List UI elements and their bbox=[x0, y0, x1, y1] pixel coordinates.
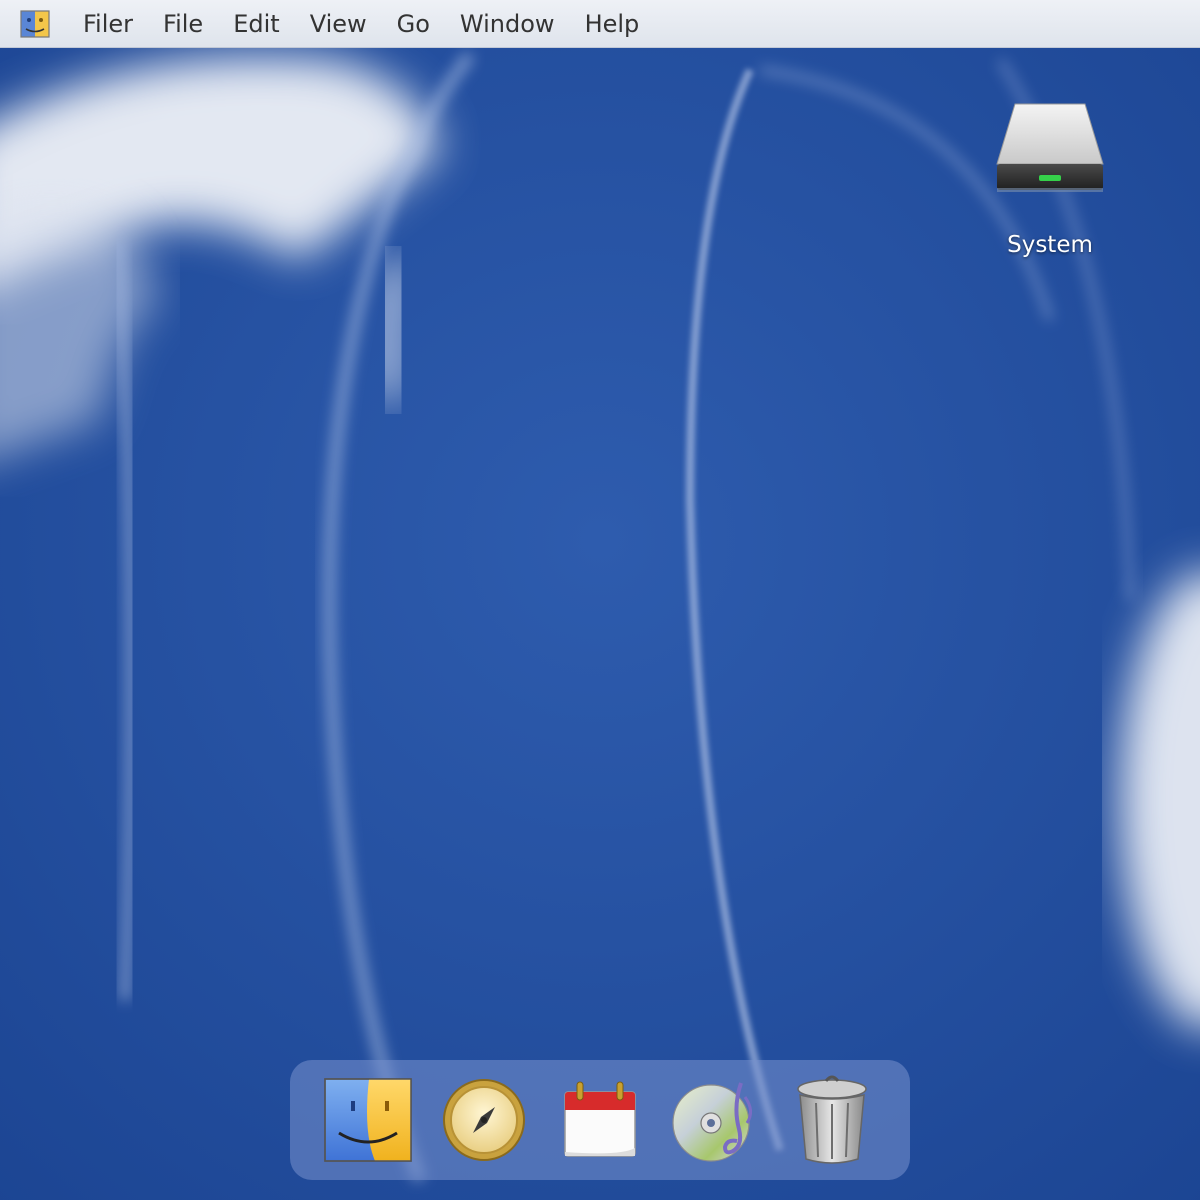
hard-drive-icon bbox=[996, 103, 1104, 192]
menu-edit[interactable]: Edit bbox=[218, 0, 294, 48]
trash-icon bbox=[797, 1075, 867, 1164]
menu-help[interactable]: Help bbox=[570, 0, 655, 48]
desktop-icon-system[interactable]: System bbox=[990, 98, 1110, 258]
dock-item-music[interactable] bbox=[668, 1072, 764, 1168]
finder-icon bbox=[324, 1078, 412, 1162]
menu-go[interactable]: Go bbox=[382, 0, 445, 48]
dock-item-calendar[interactable] bbox=[552, 1072, 648, 1168]
dock-item-finder[interactable] bbox=[320, 1072, 416, 1168]
music-cd-icon bbox=[672, 1082, 752, 1162]
menu-bar: Filer File Edit View Go Window Help bbox=[0, 0, 1200, 48]
calendar-icon bbox=[564, 1081, 636, 1157]
menu-file[interactable]: File bbox=[148, 0, 218, 48]
finder-logo-icon[interactable] bbox=[20, 9, 50, 38]
menu-window[interactable]: Window bbox=[445, 0, 570, 48]
dock bbox=[290, 1060, 910, 1180]
desktop-icon-label: System bbox=[1007, 232, 1093, 258]
compass-icon bbox=[443, 1079, 525, 1161]
dock-item-trash[interactable] bbox=[784, 1072, 880, 1168]
menu-filer[interactable]: Filer bbox=[68, 0, 148, 48]
dock-item-safari[interactable] bbox=[436, 1072, 532, 1168]
menu-view[interactable]: View bbox=[295, 0, 382, 48]
